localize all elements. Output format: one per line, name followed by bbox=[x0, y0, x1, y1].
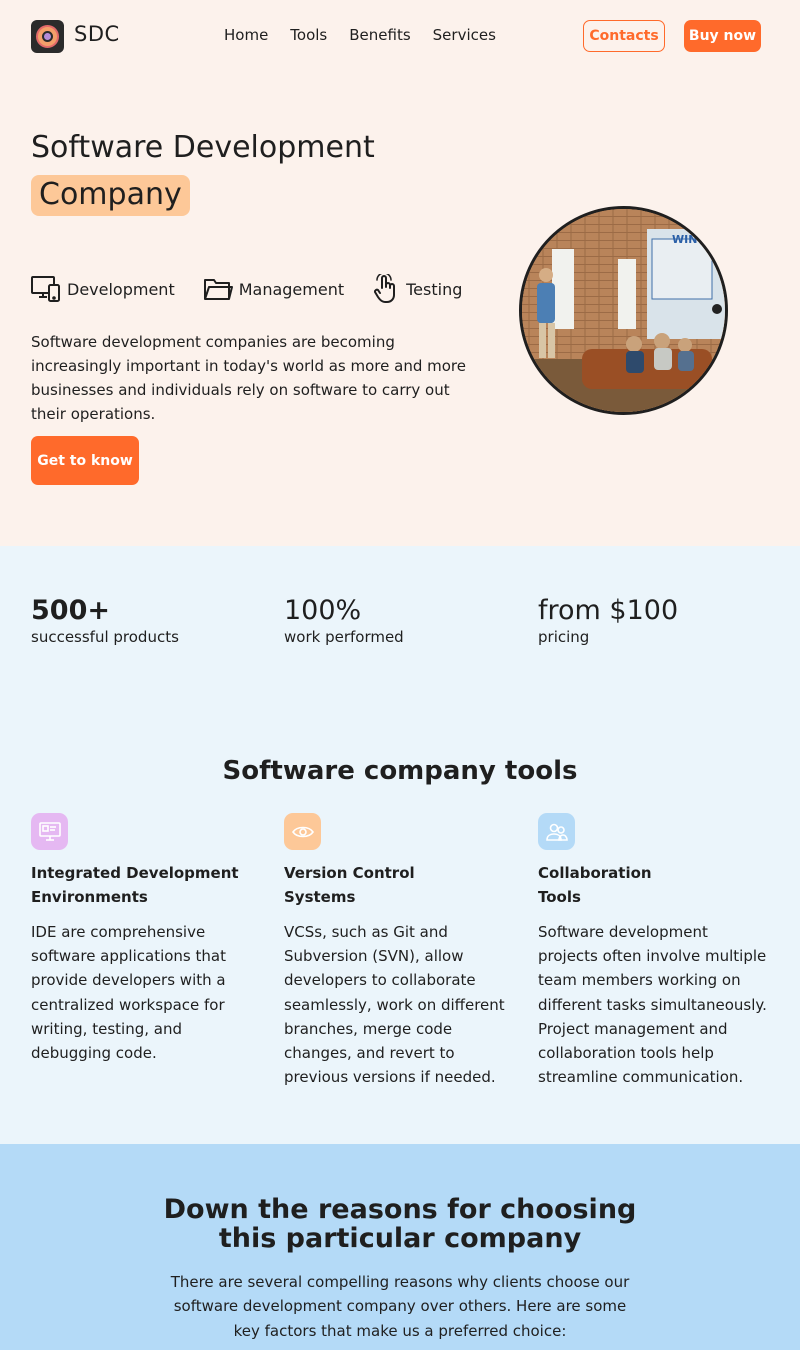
main-nav: Home Tools Benefits Services bbox=[224, 26, 496, 44]
stat-value: 500+ bbox=[31, 595, 110, 626]
nav-tools[interactable]: Tools bbox=[290, 26, 327, 44]
feature-management: Management bbox=[203, 274, 344, 304]
stat-products: 500+ successful products bbox=[31, 595, 179, 646]
stat-work: 100% work performed bbox=[284, 595, 404, 646]
reasons-heading-line1: Down the reasons for choosing bbox=[163, 1194, 637, 1225]
tool-card-ide: Integrated Development Environments IDE … bbox=[31, 813, 263, 1065]
tool-title: Version Control Systems bbox=[284, 864, 415, 906]
tool-card-vcs: Version Control Systems VCSs, such as Gi… bbox=[284, 813, 516, 1089]
stat-value: 100% bbox=[284, 595, 362, 626]
users-icon bbox=[538, 813, 575, 850]
hero-title-highlight: Company bbox=[31, 175, 190, 216]
tool-card-collaboration: Collaboration Tools Software development… bbox=[538, 813, 770, 1089]
office-photo-illustration: WIN bbox=[522, 209, 725, 412]
get-to-know-button[interactable]: Get to know bbox=[31, 436, 139, 485]
logo-icon[interactable] bbox=[31, 20, 64, 53]
nav-benefits[interactable]: Benefits bbox=[349, 26, 410, 44]
hero-description: Software development companies are becom… bbox=[31, 333, 466, 423]
buy-now-button[interactable]: Buy now bbox=[684, 20, 761, 52]
site-header: SDC Home Tools Benefits Services Contact… bbox=[0, 0, 800, 72]
tool-description: IDE are comprehensive software applicati… bbox=[31, 923, 226, 1063]
hero-title: Software Development bbox=[31, 130, 375, 165]
brand-name[interactable]: SDC bbox=[74, 22, 120, 46]
tools-heading: Software company tools bbox=[222, 756, 578, 786]
folder-icon bbox=[203, 279, 233, 300]
nav-home[interactable]: Home bbox=[224, 26, 268, 44]
tool-description: Software development projects often invo… bbox=[538, 923, 767, 1087]
eye-icon bbox=[284, 813, 321, 850]
feature-development: Development bbox=[31, 274, 175, 304]
feature-label: Management bbox=[238, 279, 345, 299]
svg-text:WIN: WIN bbox=[672, 233, 697, 246]
feature-testing: Testing bbox=[372, 274, 462, 304]
tool-title: Collaboration Tools bbox=[538, 864, 652, 906]
tool-description: VCSs, such as Git and Subversion (SVN), … bbox=[284, 923, 505, 1087]
hero-office-photo: WIN bbox=[519, 206, 728, 415]
stat-label: work performed bbox=[284, 628, 404, 646]
stat-value: from $100 bbox=[538, 595, 679, 626]
feature-label: Development bbox=[67, 279, 175, 299]
stat-label: pricing bbox=[538, 628, 590, 646]
monitor-icon bbox=[31, 813, 68, 850]
feature-list: Development Management Testing bbox=[31, 274, 462, 304]
stat-label: successful products bbox=[31, 628, 179, 646]
tool-title: Integrated Development Environments bbox=[31, 864, 239, 906]
devices-icon bbox=[31, 276, 60, 302]
reasons-description: There are several compelling reasons why… bbox=[170, 1273, 630, 1340]
stat-pricing: from $100 pricing bbox=[538, 595, 678, 646]
feature-label: Testing bbox=[406, 279, 463, 299]
pointer-hand-icon bbox=[374, 274, 396, 303]
contacts-button[interactable]: Contacts bbox=[583, 20, 665, 52]
reasons-heading-line2: this particular company bbox=[218, 1223, 582, 1254]
nav-services[interactable]: Services bbox=[433, 26, 496, 44]
reasons-heading: Down the reasons for choosing this parti… bbox=[0, 1195, 800, 1253]
